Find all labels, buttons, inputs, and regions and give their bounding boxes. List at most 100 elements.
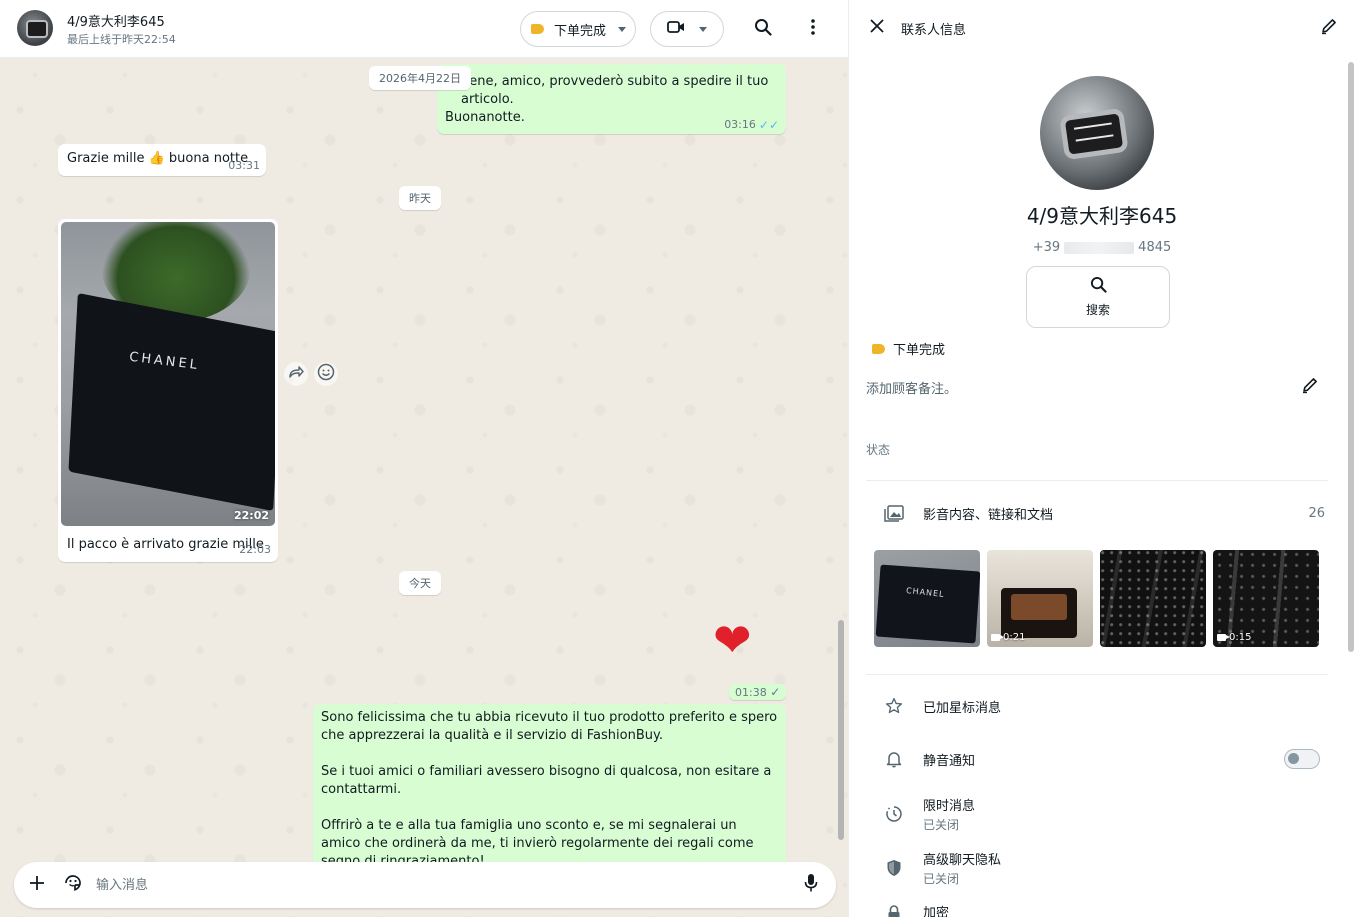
heart-emoji-message[interactable]: ❤: [713, 615, 752, 665]
thumbs-up-emoji: 👍: [148, 151, 165, 166]
bell-icon: [883, 748, 905, 770]
chat-pane: 4/9意大利李645 最后上线于昨天22:54 下单完成 2026年4月22日: [0, 0, 848, 917]
menu-button[interactable]: [798, 14, 828, 44]
video-duration: 0:21: [991, 632, 1025, 643]
mute-toggle[interactable]: [1284, 749, 1320, 769]
disappearing-title: 限时消息: [923, 799, 976, 814]
media-links-docs-row[interactable]: 影音内容、链接和文档 26: [866, 494, 1328, 532]
disappearing-messages-row[interactable]: 限时消息 已关闭: [866, 794, 1328, 834]
attach-button[interactable]: [22, 870, 52, 900]
edit-note-button[interactable]: [1298, 375, 1322, 399]
thumbnail-box-label: CHANEL: [905, 586, 945, 599]
contact-avatar[interactable]: [17, 10, 53, 46]
message-text: bene, amico, provvederò subito a spedire…: [461, 74, 769, 107]
forward-button[interactable]: [284, 362, 308, 386]
chat-scrollbar[interactable]: [838, 620, 844, 840]
emoji-icon: [317, 363, 335, 385]
video-icon: [667, 20, 685, 38]
privacy-title: 高级聊天隐私: [923, 853, 1002, 868]
search-button[interactable]: [748, 14, 778, 44]
mute-label: 静音通知: [923, 753, 976, 769]
image-message[interactable]: CHANEL 22:02 Il pacco è arrivato grazie …: [58, 219, 278, 562]
media-thumbnail-video[interactable]: 0:15: [1213, 550, 1319, 647]
panel-scrollbar[interactable]: [1348, 62, 1354, 652]
contact-avatar-large[interactable]: [1040, 76, 1154, 190]
search-in-chat-button[interactable]: 搜索: [1026, 266, 1170, 328]
lock-icon: [883, 902, 905, 917]
advanced-privacy-row[interactable]: 高级聊天隐私 已关闭: [866, 848, 1328, 888]
pencil-icon: [1320, 17, 1338, 39]
video-duration: 0:15: [1217, 632, 1251, 643]
outgoing-message[interactable]: bene, amico, provvederò subito a spedire…: [437, 64, 786, 134]
message-time-chip: 01:38 ✓: [729, 684, 787, 700]
contact-label[interactable]: 下单完成: [872, 339, 945, 358]
tag-icon: [531, 24, 544, 34]
date-divider: 昨天: [399, 186, 441, 210]
customer-note[interactable]: 添加顾客备注。: [866, 378, 957, 397]
media-thumbnail[interactable]: [1100, 550, 1206, 647]
voice-message-button[interactable]: [796, 870, 826, 900]
photo-time: 22:02: [233, 509, 269, 522]
label-dropdown[interactable]: 下单完成: [520, 11, 636, 47]
search-icon: [754, 18, 772, 40]
incoming-message[interactable]: Grazie mille 👍 buona notte 03:31: [58, 144, 266, 176]
mute-notifications-row[interactable]: 静音通知: [866, 746, 1328, 772]
sticker-icon: [63, 873, 83, 897]
tag-icon: [872, 343, 885, 354]
close-button[interactable]: [863, 14, 891, 42]
contact-name[interactable]: 4/9意大利李645: [67, 11, 165, 30]
forward-icon: [288, 365, 304, 383]
phone-suffix: 4845: [1138, 240, 1172, 255]
video-call-button[interactable]: [650, 11, 724, 47]
react-button[interactable]: [314, 362, 338, 386]
status-label: 状态: [866, 443, 891, 457]
search-icon: [1090, 276, 1107, 297]
contact-phone: +39 4845: [849, 240, 1354, 255]
timer-icon: [883, 803, 905, 825]
search-label: 搜索: [1085, 303, 1110, 317]
sent-tick-icon: ✓: [770, 685, 781, 699]
message-photo[interactable]: CHANEL 22:02: [61, 222, 275, 526]
chevron-down-icon: [618, 26, 627, 32]
message-time: 03:16: [724, 118, 756, 131]
media-label: 影音内容、链接和文档: [923, 507, 1054, 523]
panel-title: 联系人信息: [901, 23, 967, 38]
mic-icon: [804, 873, 818, 897]
read-ticks-icon: ✓✓: [758, 118, 779, 132]
sticker-button[interactable]: [58, 870, 88, 900]
starred-messages-row[interactable]: 已加星标消息: [866, 694, 1328, 718]
message-text: Grazie mille: [67, 151, 145, 166]
date-divider: 今天: [399, 571, 441, 595]
ring-image: [1059, 107, 1129, 161]
close-icon: [870, 19, 884, 37]
shield-icon: [883, 857, 905, 879]
media-thumbnails: CHANEL 0:21 0:15: [874, 550, 1319, 647]
media-thumbnail[interactable]: CHANEL: [874, 550, 980, 647]
media-count: 26: [1308, 505, 1325, 521]
privacy-status: 已关闭: [923, 872, 960, 886]
divider: [866, 480, 1328, 481]
video-icon: [1217, 634, 1226, 641]
contact-label-text: 下单完成: [893, 343, 946, 358]
message-time: 03:31: [228, 159, 260, 172]
pencil-icon: [1301, 376, 1319, 398]
message-input[interactable]: [96, 874, 776, 896]
edit-contact-button[interactable]: [1315, 14, 1343, 42]
media-thumbnail-video[interactable]: 0:21: [987, 550, 1093, 647]
phone-redacted: [1064, 241, 1135, 254]
encryption-row[interactable]: 加密: [866, 902, 1328, 917]
message-time: 22:03: [239, 543, 271, 556]
disappearing-status: 已关闭: [923, 818, 960, 832]
outgoing-message[interactable]: Sono felicissima che tu abbia ricevuto i…: [313, 704, 786, 887]
contact-info-panel: 联系人信息 4/9意大利李645 +39 4845 搜索 下单完成 添加顾客备注。…: [848, 0, 1354, 917]
date-divider: 2026年4月22日: [369, 66, 471, 90]
image-caption: Il pacco è arrivato grazie mille: [67, 537, 264, 552]
encryption-title: 加密: [923, 906, 950, 917]
chevron-down-icon: [699, 26, 707, 32]
last-seen: 最后上线于昨天22:54: [67, 33, 176, 46]
starred-label: 已加星标消息: [923, 700, 1002, 716]
chat-header[interactable]: 4/9意大利李645 最后上线于昨天22:54 下单完成: [0, 0, 848, 58]
message-composer[interactable]: [14, 862, 836, 908]
media-icon: [883, 502, 905, 524]
photo-box: [68, 293, 275, 511]
